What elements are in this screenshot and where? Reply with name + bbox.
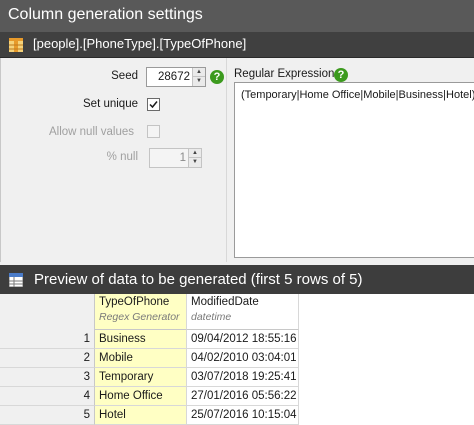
percent-null-spin-buttons[interactable]: ▲ ▼ <box>188 149 201 167</box>
percent-null-spinner[interactable]: 1 ▲ ▼ <box>149 148 202 168</box>
preview-header: Preview of data to be generated (first 5… <box>0 265 474 294</box>
preview-grid: TypeOfPhone Regex Generator ModifiedDate… <box>0 294 474 425</box>
row-number: 3 <box>0 368 95 387</box>
regex-help-icon[interactable]: ? <box>334 68 348 82</box>
settings-panel: Seed 28672 ▲ ▼ ? Set unique Allow null v… <box>0 58 474 262</box>
cell-typeofphone[interactable]: Mobile <box>95 349 187 368</box>
cell-typeofphone[interactable]: Business <box>95 330 187 349</box>
percent-null-label: % null <box>106 151 138 163</box>
preview-title: Preview of data to be generated (first 5… <box>34 271 363 288</box>
cell-typeofphone[interactable]: Hotel <box>95 406 187 425</box>
row-number: 2 <box>0 349 95 368</box>
regex-value[interactable]: (Temporary|Home Office|Mobile|Business|H… <box>241 89 474 101</box>
window-title: Column generation settings <box>0 0 474 32</box>
checkmark-icon <box>149 101 158 109</box>
window-title-text: Column generation settings <box>8 6 203 23</box>
percent-null-up-arrow-icon[interactable]: ▲ <box>189 149 201 158</box>
cell-modifieddate[interactable]: 04/02/2010 03:04:01 <box>187 349 299 368</box>
column-header-modifieddate[interactable]: ModifiedDate datetime <box>187 294 299 330</box>
cell-typeofphone[interactable]: Home Office <box>95 387 187 406</box>
cell-modifieddate[interactable]: 03/07/2018 19:25:41 <box>187 368 299 387</box>
seed-value[interactable]: 28672 <box>158 71 190 83</box>
regex-label: Regular Expression: <box>234 68 338 80</box>
cell-modifieddate[interactable]: 25/07/2016 10:15:04 <box>187 406 299 425</box>
seed-down-arrow-icon[interactable]: ▼ <box>193 77 205 86</box>
allow-null-checkbox[interactable] <box>147 125 160 138</box>
column-header-typeofphone[interactable]: TypeOfPhone Regex Generator <box>95 294 187 330</box>
cell-modifieddate[interactable]: 27/01/2016 05:56:22 <box>187 387 299 406</box>
column-path-label: [people].[PhoneType].[TypeOfPhone] <box>33 36 247 51</box>
table-column-icon <box>9 38 23 52</box>
panel-divider <box>226 58 227 262</box>
column-header-name: TypeOfPhone <box>99 296 170 308</box>
preview-table-icon <box>9 273 23 287</box>
seed-label: Seed <box>111 70 138 82</box>
row-number: 1 <box>0 330 95 349</box>
set-unique-checkbox[interactable] <box>147 98 160 111</box>
seed-spinner[interactable]: 28672 ▲ ▼ <box>146 67 206 87</box>
allow-null-label: Allow null values <box>48 126 134 138</box>
set-unique-label: Set unique <box>83 98 138 110</box>
seed-help-icon[interactable]: ? <box>210 70 224 84</box>
cell-modifieddate[interactable]: 09/04/2012 18:55:16 <box>187 330 299 349</box>
column-path-bar: [people].[PhoneType].[TypeOfPhone] <box>0 32 474 58</box>
column-header-subtitle: Regex Generator <box>99 311 180 323</box>
regex-textarea[interactable]: (Temporary|Home Office|Mobile|Business|H… <box>234 82 474 258</box>
cell-typeofphone[interactable]: Temporary <box>95 368 187 387</box>
row-number: 5 <box>0 406 95 425</box>
percent-null-value[interactable]: 1 <box>180 152 186 164</box>
column-header-subtitle: datetime <box>191 311 232 323</box>
percent-null-down-arrow-icon[interactable]: ▼ <box>189 158 201 167</box>
seed-spin-buttons[interactable]: ▲ ▼ <box>192 68 205 86</box>
row-number: 4 <box>0 387 95 406</box>
seed-up-arrow-icon[interactable]: ▲ <box>193 68 205 77</box>
column-header-name: ModifiedDate <box>191 296 259 308</box>
